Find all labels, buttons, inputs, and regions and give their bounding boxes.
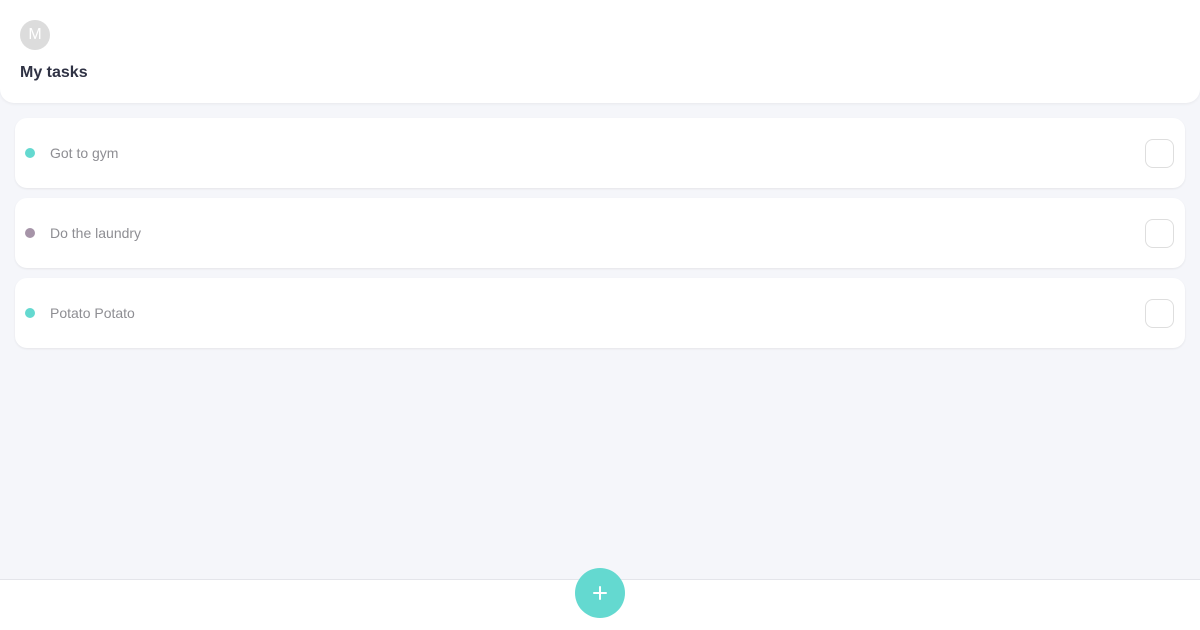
- task-checkbox[interactable]: [1145, 219, 1174, 248]
- task-label: Do the laundry: [50, 225, 142, 241]
- task-checkbox[interactable]: [1145, 139, 1174, 168]
- task-color-dot: [25, 148, 35, 158]
- task-color-dot: [25, 308, 35, 318]
- task-label: Got to gym: [50, 145, 119, 161]
- task-checkbox[interactable]: [1145, 299, 1174, 328]
- task-item[interactable]: Got to gym: [15, 118, 1185, 188]
- header: M My tasks: [0, 0, 1200, 103]
- add-task-button[interactable]: [575, 568, 625, 618]
- task-label: Potato Potato: [50, 305, 135, 321]
- task-item[interactable]: Potato Potato: [15, 278, 1185, 348]
- page-title: My tasks: [20, 64, 88, 81]
- task-color-dot: [25, 228, 35, 238]
- app-root: M My tasks Got to gym Do the laundry Pot…: [0, 0, 1200, 630]
- avatar[interactable]: M: [20, 20, 50, 50]
- task-list: Got to gym Do the laundry Potato Potato: [15, 118, 1185, 358]
- plus-icon: [593, 586, 607, 600]
- task-item[interactable]: Do the laundry: [15, 198, 1185, 268]
